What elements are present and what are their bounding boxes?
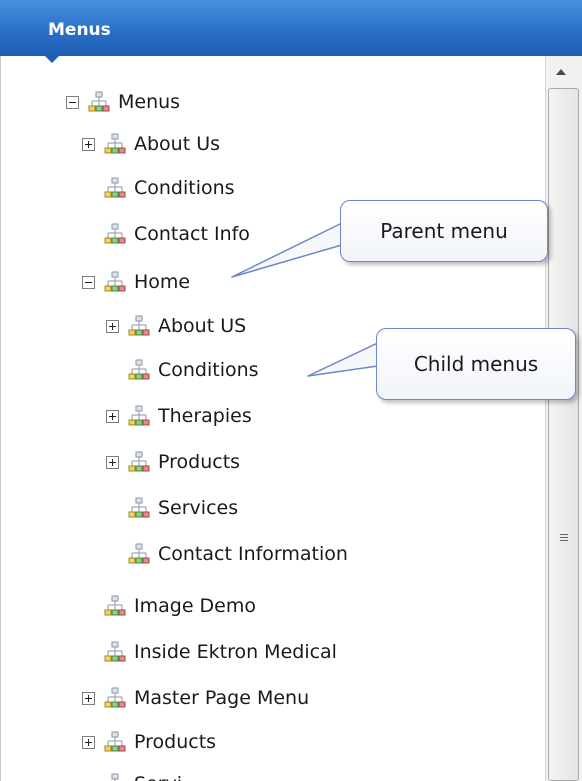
sitemap-icon bbox=[104, 133, 126, 154]
tree-node-label: Contact Information bbox=[158, 543, 348, 565]
tree-node-inside-ektron-medical[interactable]: Inside Ektron Medical bbox=[82, 636, 337, 668]
tree-node-services-child[interactable]: Services bbox=[106, 492, 238, 524]
sitemap-icon bbox=[128, 451, 150, 472]
tree-node-label: Master Page Menu bbox=[134, 687, 310, 709]
expand-icon[interactable] bbox=[106, 319, 119, 333]
tree-node-label: Contact Info bbox=[134, 223, 250, 245]
tree-node-label: About US bbox=[158, 315, 247, 337]
collapse-icon[interactable] bbox=[82, 275, 95, 289]
tree-node-label: Image Demo bbox=[134, 595, 256, 617]
tree-node-label: Inside Ektron Medical bbox=[134, 641, 337, 663]
sitemap-icon bbox=[104, 271, 126, 292]
tree-node-therapies[interactable]: Therapies bbox=[106, 400, 252, 432]
expand-icon[interactable] bbox=[106, 455, 119, 469]
sitemap-icon bbox=[128, 405, 150, 426]
sitemap-icon bbox=[128, 497, 150, 518]
sitemap-icon bbox=[104, 223, 126, 244]
callout-parent-menu: Parent menu bbox=[340, 200, 548, 262]
expand-icon[interactable] bbox=[106, 409, 119, 423]
sitemap-icon bbox=[128, 543, 150, 564]
tree-node-about-us[interactable]: About Us bbox=[82, 128, 220, 160]
tree-node-menus[interactable]: Menus bbox=[66, 86, 180, 118]
sitemap-icon bbox=[104, 731, 126, 752]
callout-label: Child menus bbox=[413, 352, 539, 376]
tree-node-services-partial[interactable]: Servi bbox=[82, 768, 182, 781]
tree-node-conditions-child[interactable]: Conditions bbox=[106, 354, 259, 386]
tree-node-master-page-menu[interactable]: Master Page Menu bbox=[82, 682, 309, 714]
tree-node-label: Products bbox=[158, 451, 241, 473]
tree-node-label: About Us bbox=[134, 133, 221, 155]
sitemap-icon bbox=[104, 177, 126, 198]
tree-node-image-demo[interactable]: Image Demo bbox=[82, 590, 256, 622]
tree-node-products-child[interactable]: Products bbox=[106, 446, 240, 478]
tree-node-label: Services bbox=[158, 497, 239, 519]
tree-node-label: Products bbox=[134, 731, 217, 753]
sitemap-icon bbox=[104, 687, 126, 708]
grip-icon bbox=[560, 534, 568, 543]
tree-node-label: Conditions bbox=[134, 177, 235, 199]
expand-icon[interactable] bbox=[82, 137, 95, 151]
tree-node-products[interactable]: Products bbox=[82, 726, 216, 758]
vertical-scrollbar[interactable] bbox=[545, 56, 582, 781]
expand-icon[interactable] bbox=[82, 691, 95, 705]
tree-node-contact-info[interactable]: Contact Info bbox=[82, 218, 250, 250]
sitemap-icon bbox=[88, 91, 110, 112]
tree-node-conditions[interactable]: Conditions bbox=[82, 172, 235, 204]
scroll-thumb[interactable] bbox=[548, 88, 579, 781]
tree-node-label: Menus bbox=[118, 91, 181, 113]
sitemap-icon bbox=[104, 595, 126, 616]
tree-node-home[interactable]: Home bbox=[82, 266, 190, 298]
callout-label: Parent menu bbox=[380, 219, 508, 243]
tree-node-about-us-child[interactable]: About US bbox=[106, 310, 246, 342]
tree-node-label: Servi bbox=[134, 773, 182, 781]
callout-child-menus: Child menus bbox=[376, 328, 576, 400]
tree-node-label: Therapies bbox=[158, 405, 252, 427]
sitemap-icon bbox=[128, 315, 150, 336]
sitemap-icon bbox=[104, 641, 126, 662]
tree-node-label: Conditions bbox=[158, 359, 259, 381]
tree-node-contact-information[interactable]: Contact Information bbox=[106, 538, 348, 570]
tree-node-label: Home bbox=[134, 271, 191, 293]
collapse-icon[interactable] bbox=[66, 95, 79, 109]
expand-icon[interactable] bbox=[82, 735, 95, 749]
sitemap-icon bbox=[111, 773, 119, 781]
sitemap-icon bbox=[128, 359, 150, 380]
scroll-up-arrow-icon[interactable] bbox=[556, 69, 566, 75]
